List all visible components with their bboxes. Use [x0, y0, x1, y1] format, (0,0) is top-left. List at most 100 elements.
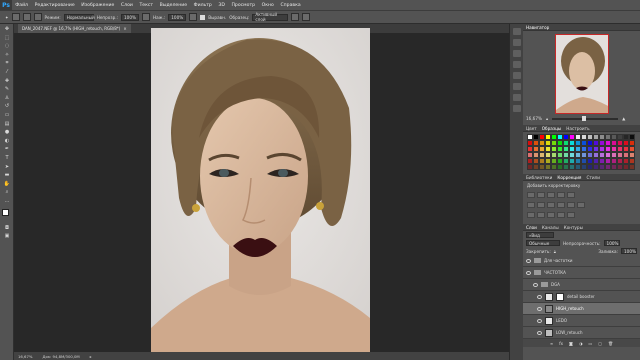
status-zoom[interactable]: 16,67% — [18, 354, 32, 359]
menu-3d[interactable]: 3D — [215, 3, 228, 8]
new-layer-icon[interactable]: ▢ — [598, 341, 602, 346]
visibility-eye-icon[interactable] — [526, 270, 531, 275]
menu-file[interactable]: Файл — [12, 3, 31, 8]
layer-row[interactable]: LOW_retouch — [523, 327, 640, 339]
levels-adjustment-icon[interactable] — [537, 192, 545, 198]
brush-tool-icon[interactable]: ✎ — [3, 86, 11, 93]
pen-tool-icon[interactable]: ✒ — [3, 146, 11, 153]
fx-icon[interactable]: fx — [559, 341, 563, 346]
tab-adjust[interactable]: Настроить — [566, 126, 589, 131]
adjustment-layer-icon[interactable]: ◑ — [579, 341, 583, 346]
opacity-field[interactable]: 100% — [121, 13, 139, 21]
menu-type[interactable]: Текст — [136, 3, 156, 8]
zoom-out-icon[interactable]: ▴ — [546, 116, 548, 121]
fill-field[interactable]: 100% — [621, 248, 637, 254]
menu-help[interactable]: Справка — [277, 3, 304, 8]
history-brush-icon[interactable]: ↺ — [3, 103, 11, 110]
tab-styles[interactable]: Стили — [586, 175, 599, 180]
color-lookup-icon[interactable] — [577, 202, 585, 208]
curves-adjustment-icon[interactable] — [547, 192, 555, 198]
history-panel-icon[interactable] — [513, 28, 521, 35]
layer-row[interactable]: ЧАСТОТКА — [523, 267, 640, 279]
document-tab[interactable]: DAN_2047.NEF @ 16,7% (HIGH_retouch, RGB/… — [18, 24, 131, 33]
channel-mixer-icon[interactable] — [567, 202, 575, 208]
visibility-eye-icon[interactable] — [537, 330, 542, 335]
sample-dropdown[interactable]: Активный слой — [252, 12, 289, 22]
blend-mode-dropdown[interactable]: Обычные — [526, 240, 560, 246]
menu-layers[interactable]: Слои — [118, 3, 137, 8]
menu-window[interactable]: Окно — [258, 3, 277, 8]
exposure-adjustment-icon[interactable] — [557, 192, 565, 198]
eyedropper-tool-icon[interactable]: ⁄ — [3, 69, 11, 76]
document-canvas[interactable] — [151, 28, 370, 354]
pressure-opacity-toggle[interactable] — [142, 13, 150, 21]
brush-panel-icon[interactable] — [513, 61, 521, 68]
layer-row[interactable]: LEDO — [523, 315, 640, 327]
type-tool-icon[interactable]: T — [3, 155, 11, 162]
ignore-adjustments-toggle[interactable] — [291, 13, 300, 21]
lock-icon[interactable]: 🔒︎ — [554, 249, 556, 254]
healing-brush-icon[interactable]: ✚ — [3, 77, 11, 84]
black-white-icon[interactable] — [547, 202, 555, 208]
zoom-in-icon[interactable]: ▲ — [622, 116, 625, 121]
navigator-zoom-slider[interactable] — [552, 115, 619, 121]
zoom-slider-handle[interactable] — [582, 115, 587, 121]
path-selection-icon[interactable]: ➤ — [3, 163, 11, 170]
hand-tool-icon[interactable]: ✋ — [3, 180, 11, 187]
color-balance-icon[interactable] — [537, 202, 545, 208]
hue-saturation-icon[interactable] — [527, 202, 535, 208]
magic-wand-icon[interactable]: ✧ — [3, 51, 11, 58]
properties-panel-icon[interactable] — [513, 50, 521, 57]
crop-tool-icon[interactable]: ⌗ — [3, 60, 11, 67]
menu-select[interactable]: Выделение — [156, 3, 190, 8]
eraser-tool-icon[interactable]: ▭ — [3, 112, 11, 119]
mode-dropdown[interactable]: Нормальный — [63, 13, 95, 21]
tab-adjustments[interactable]: Коррекция — [557, 175, 581, 180]
close-icon[interactable]: × — [123, 26, 126, 31]
link-layers-icon[interactable]: ∞ — [550, 341, 553, 346]
tab-libraries[interactable]: Библиотеки — [526, 175, 552, 180]
swatch-cell[interactable] — [629, 164, 635, 170]
gradient-map-icon[interactable] — [557, 212, 565, 218]
pressure-field[interactable]: 100% — [168, 13, 187, 21]
align-checkbox[interactable] — [200, 14, 206, 20]
paragraph-panel-icon[interactable] — [513, 94, 521, 101]
shape-tool-icon[interactable]: ▬ — [3, 172, 11, 179]
navigator-zoom-value[interactable]: 16,67% — [526, 116, 542, 121]
visibility-eye-icon[interactable] — [526, 258, 531, 263]
visibility-eye-icon[interactable] — [537, 318, 542, 323]
brush-preset-picker[interactable] — [11, 13, 20, 21]
trash-icon[interactable]: 🗑︎ — [608, 341, 613, 346]
menu-edit[interactable]: Редактирование — [31, 3, 78, 8]
layer-row[interactable]: Для частотки — [523, 255, 640, 267]
tab-swatches[interactable]: Образцы — [542, 126, 562, 131]
new-group-icon[interactable]: ▭ — [588, 341, 592, 346]
brightness-adjustment-icon[interactable] — [527, 192, 535, 198]
tab-paths[interactable]: Контуры — [564, 225, 583, 230]
visibility-eye-icon[interactable] — [537, 306, 542, 311]
layer-row-selected[interactable]: HIGH_retouch — [523, 303, 640, 315]
visibility-eye-icon[interactable] — [533, 282, 538, 287]
menu-view[interactable]: Просмотр — [228, 3, 258, 8]
status-arrow-icon[interactable]: ▸ — [90, 354, 92, 359]
stamp-tool-icon[interactable]: ✦ — [5, 15, 9, 20]
airbrush-toggle[interactable] — [189, 13, 198, 21]
move-tool-icon[interactable]: ✥ — [3, 26, 11, 33]
clone-stamp-icon[interactable]: ♙ — [3, 94, 11, 101]
color-swatches[interactable] — [0, 208, 14, 222]
menu-filter[interactable]: Фильтр — [190, 3, 215, 8]
foreground-color[interactable] — [2, 209, 9, 217]
vibrance-adjustment-icon[interactable] — [567, 192, 575, 198]
pressure-size-toggle[interactable] — [302, 13, 311, 21]
threshold-icon[interactable] — [547, 212, 555, 218]
dodge-tool-icon[interactable]: ◐ — [3, 137, 11, 144]
layer-row[interactable]: DGA — [523, 279, 640, 291]
more-tools-icon[interactable]: … — [3, 197, 11, 204]
layer-filter-dropdown[interactable]: ⌕ Вид — [526, 232, 554, 238]
visibility-eye-icon[interactable] — [537, 294, 542, 299]
actions-panel-icon[interactable] — [513, 39, 521, 46]
navigator-tab[interactable]: Навигатор — [526, 25, 549, 30]
swatches-grid[interactable] — [527, 134, 635, 170]
gradient-tool-icon[interactable]: ▤ — [3, 120, 11, 127]
photo-filter-icon[interactable] — [557, 202, 565, 208]
